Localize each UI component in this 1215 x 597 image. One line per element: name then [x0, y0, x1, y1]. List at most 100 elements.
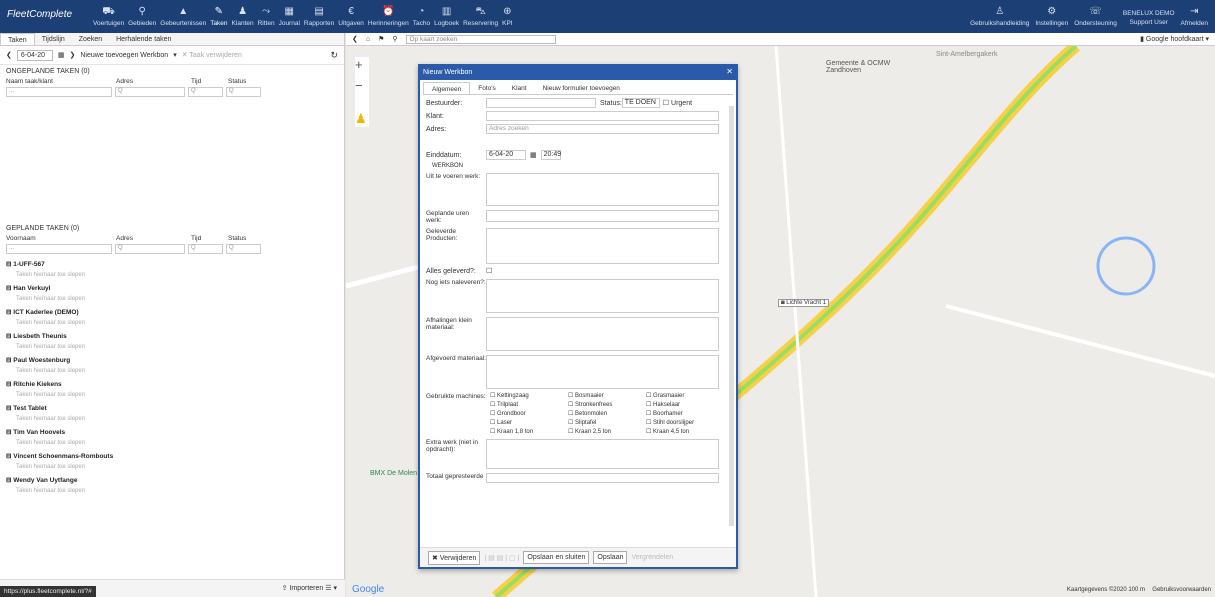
refresh-icon[interactable]: ↻ — [330, 50, 338, 61]
driver-group[interactable]: ⊟ Tim Van Hoovels Taken hiernaar toe slep… — [0, 422, 344, 446]
driver-select[interactable] — [486, 98, 596, 108]
import-button[interactable]: ⇪ Importeren ☰ ▾ — [282, 584, 337, 592]
flag-icon[interactable]: ⚑ — [378, 35, 384, 43]
nav-gebeurtenissen[interactable]: ▲ Gebeurtenissen — [158, 5, 208, 28]
total-input[interactable] — [486, 473, 719, 483]
filter-input[interactable]: Q — [115, 87, 185, 97]
driver-group[interactable]: ⊟ Ritchie Kiekens Taken hiernaar toe slep… — [0, 374, 344, 398]
work-textarea[interactable] — [486, 173, 719, 206]
nav-reservering[interactable]: ⛍ Reservering — [461, 5, 500, 28]
dialog-scrollbar[interactable] — [729, 106, 734, 526]
driver-group[interactable]: ⊟ 1-UFF-567 Taken hiernaar toe slepen — [0, 254, 344, 278]
driver-group[interactable]: ⊟ Liesbeth Theunis Taken hiernaar toe sle… — [0, 326, 344, 350]
nav-kpi[interactable]: ⊕ KPI — [500, 5, 514, 28]
extra-textarea[interactable] — [486, 439, 719, 469]
nav-manual[interactable]: ♙ Gebruikshandleiding — [967, 5, 1032, 28]
tab-tijdslijn[interactable]: Tijdslijn — [35, 33, 72, 45]
tab-herhalende[interactable]: Herhalende taken — [109, 33, 178, 45]
date-input[interactable]: 6-04-20 — [16, 49, 53, 61]
map-search-input[interactable]: Op kaart zoeken — [405, 34, 556, 44]
home-icon[interactable]: ⌂ — [366, 36, 370, 43]
filter-input[interactable]: Q — [188, 244, 223, 254]
machine-checkbox[interactable]: ☐ Kraan 4,5 ton — [646, 428, 724, 435]
nav-uitgaven[interactable]: € Uitgaven — [336, 5, 366, 28]
nav-account[interactable]: BENELUX DEMO Support User — [1120, 5, 1178, 28]
pickup-textarea[interactable] — [486, 317, 719, 351]
driver-group[interactable]: ⊟ ICT Kaderlee (DEMO) Taken hiernaar toe … — [0, 302, 344, 326]
machine-checkbox[interactable]: ☐ Trilplaat — [490, 401, 568, 408]
calendar-icon[interactable]: ▦ — [58, 51, 65, 59]
delivered-checkbox[interactable]: ☐ — [486, 267, 492, 275]
next-day-icon[interactable]: ❯ — [70, 51, 76, 59]
lock-button[interactable]: Vergrendelen — [631, 554, 673, 561]
driver-group[interactable]: ⊟ Paul Woestenburg Taken hiernaar toe sle… — [0, 350, 344, 374]
removed-textarea[interactable] — [486, 355, 719, 389]
machine-checkbox[interactable]: ☐ Kraan 2,5 ton — [568, 428, 646, 435]
calendar-icon[interactable]: ▦ — [530, 151, 537, 159]
hours-textarea[interactable] — [486, 210, 719, 222]
back-icon[interactable]: ❮ — [352, 35, 358, 43]
tab-fotos[interactable]: Foto's — [470, 82, 504, 94]
delete-button[interactable]: ✖ Verwijderen — [428, 550, 481, 565]
products-textarea[interactable] — [486, 228, 719, 264]
nav-herinneringen[interactable]: ⏰ Herinneringen — [366, 5, 411, 28]
save-close-button[interactable]: Opslaan en sluiten — [523, 551, 590, 564]
driver-group[interactable]: ⊟ Han Verkuyl Taken hiernaar toe slepen — [0, 278, 344, 302]
time-input[interactable]: 20:49 — [540, 150, 561, 160]
machine-checkbox[interactable]: ☐ Kraan 1,8 ton — [490, 428, 568, 435]
tab-klant[interactable]: Klant — [504, 82, 535, 94]
client-input[interactable] — [486, 111, 719, 121]
machine-checkbox[interactable]: ☐ Boorhamer — [646, 410, 724, 417]
add-werkbon-button[interactable]: Nieuwe toevoegen Werkbon — [80, 52, 168, 59]
save-button[interactable]: Opslaan — [593, 551, 628, 564]
driver-group[interactable]: ⊟ Wendy Van Uytfange Taken hiernaar toe s… — [0, 470, 344, 494]
zoom-out-button[interactable]: − — [355, 78, 369, 93]
driver-group[interactable]: ⊟ Test Tablet Taken hiernaar toe slepen — [0, 398, 344, 422]
filter-input[interactable]: Q — [226, 244, 261, 254]
nav-logout[interactable]: ⇥ Afmelden — [1178, 5, 1211, 28]
streetview-icon[interactable]: ♟ — [355, 111, 369, 127]
close-icon[interactable]: ✕ — [726, 67, 733, 76]
machine-checkbox[interactable]: ☐ Betonmolen — [568, 410, 646, 417]
zoom-in-button[interactable]: + — [355, 57, 369, 72]
urgent-checkbox[interactable]: ☐ Urgent — [663, 99, 692, 107]
driver-group[interactable]: ⊟ Vincent Schoenmans-Rombouts Taken hiern… — [0, 446, 344, 470]
machine-checkbox[interactable]: ☐ Hakselaar — [646, 401, 724, 408]
status-select[interactable]: TE DOEN — [621, 98, 660, 108]
nav-klanten[interactable]: ♟ Klanten — [230, 5, 256, 28]
later-textarea[interactable] — [486, 279, 719, 313]
tab-algemeen[interactable]: Algemeen — [423, 82, 471, 94]
machine-checkbox[interactable]: ☐ Laser — [490, 419, 568, 426]
machine-checkbox[interactable]: ☐ Sliptafel — [568, 419, 646, 426]
vehicle-marker[interactable]: ◙ Lichte Vracht 1 — [778, 299, 830, 307]
machine-checkbox[interactable]: ☐ Stronkenfrees — [568, 401, 646, 408]
print-icon[interactable]: | ▤ ▤ | ▢ | — [484, 554, 519, 562]
nav-logboek[interactable]: ▥ Logboek — [432, 5, 461, 28]
fleetcomplete-logo[interactable]: FleetComplete — [7, 9, 72, 20]
nav-gebieden[interactable]: ⚲ Gebieden — [126, 5, 158, 28]
pin-icon[interactable]: ⚲ — [392, 35, 397, 43]
remove-task-button[interactable]: ✕ Taak verwijderen — [182, 51, 242, 59]
filter-input[interactable]: ... — [6, 244, 112, 254]
map-layer-select[interactable]: ▮ Google hoofdkaart ▾ — [1140, 35, 1215, 43]
address-input[interactable]: Adres zoeken — [486, 124, 719, 134]
nav-taken[interactable]: ✎ Taken — [208, 5, 229, 28]
nav-tacho[interactable]: ◔ Tacho — [411, 5, 432, 28]
nav-voertuigen[interactable]: ⛟ Voertuigen — [91, 5, 126, 28]
filter-input[interactable]: Q — [115, 244, 185, 254]
machine-checkbox[interactable]: ☐ Kettingzaag — [490, 392, 568, 399]
machine-checkbox[interactable]: ☐ Stihl doorslijper — [646, 419, 724, 426]
filter-input[interactable]: Q — [188, 87, 223, 97]
nav-journal[interactable]: ▦ Journal — [277, 5, 302, 28]
dropdown-icon[interactable]: ▾ — [173, 51, 177, 59]
nav-support[interactable]: ☏ Ondersteuning — [1071, 5, 1120, 28]
nav-ritten[interactable]: ⤳ Ritten — [256, 5, 277, 28]
filter-input[interactable]: Q — [226, 87, 261, 97]
enddate-input[interactable]: 6-04-20 — [486, 150, 526, 160]
tab-zoeken[interactable]: Zoeken — [72, 33, 109, 45]
tab-nieuw-formulier[interactable]: Nieuw formulier toevoegen — [535, 82, 628, 94]
filter-input[interactable]: ... — [6, 87, 112, 97]
machine-checkbox[interactable]: ☐ Bosmaaier — [568, 392, 646, 399]
nav-rapporten[interactable]: ▤ Rapporten — [302, 5, 336, 28]
machine-checkbox[interactable]: ☐ Grondboor — [490, 410, 568, 417]
